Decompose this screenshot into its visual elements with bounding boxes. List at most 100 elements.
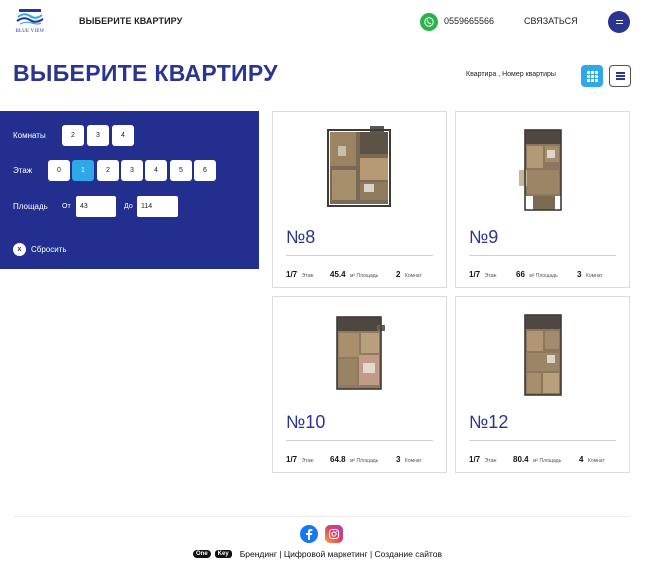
facebook-f-icon bbox=[306, 529, 313, 540]
onekey-badge-key[interactable]: Key bbox=[214, 550, 232, 558]
list-icon-line bbox=[615, 78, 625, 80]
apartment-stats: 1/7 Этаж 66 м² Площадь 3 Комнат bbox=[469, 264, 616, 279]
whatsapp-phone-icon bbox=[424, 17, 434, 27]
phone-number[interactable]: 0559665566 bbox=[444, 16, 494, 26]
area-unit: м² Площадь bbox=[533, 458, 562, 464]
grid-icon-cell bbox=[594, 74, 598, 78]
close-icon: x bbox=[13, 243, 26, 256]
sort-label[interactable]: Квартира , Номер квартиры bbox=[466, 71, 556, 78]
divider bbox=[469, 440, 616, 441]
floor-stat: 1/7 Этаж bbox=[286, 449, 314, 467]
rooms-value: 3 bbox=[577, 270, 582, 279]
apartment-number: №10 bbox=[286, 412, 326, 432]
rooms-unit: Комнат bbox=[404, 458, 422, 464]
area-stat: 66 м² Площадь bbox=[516, 264, 558, 282]
floor-unit: Этаж bbox=[301, 458, 314, 464]
rooms-value: 3 bbox=[396, 455, 401, 464]
floor-stat: 1/7 Этаж bbox=[469, 264, 497, 282]
floor-value: 1/7 bbox=[286, 270, 298, 279]
apartment-card[interactable]: №9 1/7 Этаж 66 м² Площадь 3 Комнат bbox=[455, 111, 630, 288]
grid-icon-cell bbox=[586, 74, 590, 78]
header: BLUE VIEW ВЫБЕРИТЕ КВАРТИРУ 0559665566 С… bbox=[0, 0, 650, 44]
apartment-card[interactable]: №10 1/7 Этаж 64.8 м² Площадь 3 Комнат bbox=[272, 296, 447, 473]
floor-label: Этаж bbox=[13, 166, 33, 175]
rooms-unit: Комнат bbox=[585, 273, 603, 279]
area-value: 80.4 bbox=[513, 455, 529, 464]
page-title: ВЫБЕРИТЕ КВАРТИРУ bbox=[13, 60, 278, 86]
floor-option-3[interactable]: 3 bbox=[121, 160, 143, 181]
area-to-input[interactable] bbox=[137, 196, 178, 217]
apartment-number: №9 bbox=[469, 227, 499, 247]
area-stat: 64.8 м² Площадь bbox=[330, 449, 378, 467]
rooms-label: Комнаты bbox=[13, 131, 46, 140]
area-to-label: До bbox=[124, 203, 133, 210]
area-stat: 45.4 м² Площадь bbox=[330, 264, 378, 282]
floor-plan-image bbox=[335, 316, 385, 390]
rooms-option-3[interactable]: 3 bbox=[87, 125, 109, 146]
contact-link[interactable]: СВЯЗАТЬСЯ bbox=[524, 16, 578, 26]
whatsapp-icon[interactable] bbox=[420, 13, 438, 31]
floor-unit: Этаж bbox=[484, 458, 497, 464]
rooms-stat: 4 Комнат bbox=[579, 449, 605, 467]
floor-value: 1/7 bbox=[286, 455, 298, 464]
floor-plan-image bbox=[518, 129, 562, 211]
facebook-icon[interactable] bbox=[300, 525, 318, 543]
floor-option-0[interactable]: 0 bbox=[48, 160, 70, 181]
area-value: 45.4 bbox=[330, 270, 346, 279]
floor-stat: 1/7 Этаж bbox=[469, 449, 497, 467]
onekey-badge-one[interactable]: One bbox=[193, 550, 211, 558]
rooms-option-2[interactable]: 2 bbox=[62, 125, 84, 146]
area-from-input[interactable] bbox=[76, 196, 116, 217]
floor-stat: 1/7 Этаж bbox=[286, 264, 314, 282]
instagram-icon[interactable] bbox=[325, 525, 343, 543]
apartment-stats: 1/7 Этаж 80.4 м² Площадь 4 Комнат bbox=[469, 449, 616, 464]
hamburger-icon-line bbox=[615, 23, 623, 24]
grid-icon-cell bbox=[590, 70, 594, 74]
credits-text: Брендинг | Цифровой маркетинг | Создание… bbox=[239, 549, 442, 559]
menu-button[interactable] bbox=[608, 11, 630, 33]
rooms-unit: Комнат bbox=[587, 458, 605, 464]
floor-unit: Этаж bbox=[301, 273, 314, 279]
list-icon-line bbox=[615, 75, 625, 77]
apartment-stats: 1/7 Этаж 64.8 м² Площадь 3 Комнат bbox=[286, 449, 433, 464]
logo[interactable]: BLUE VIEW bbox=[12, 8, 48, 38]
area-value: 66 bbox=[516, 270, 525, 279]
logo-wave-icon bbox=[16, 9, 44, 25]
footer-credits: One Key Брендинг | Цифровой маркетинг | … bbox=[193, 549, 442, 559]
grid-icon-cell bbox=[594, 78, 598, 82]
rooms-stat: 3 Комнат bbox=[577, 264, 603, 282]
grid-view-button[interactable] bbox=[581, 65, 603, 87]
apartment-card[interactable]: №12 1/7 Этаж 80.4 м² Площадь 4 Комнат bbox=[455, 296, 630, 473]
floor-value: 1/7 bbox=[469, 270, 481, 279]
floor-option-1[interactable]: 1 bbox=[72, 160, 94, 181]
logo-text: BLUE VIEW bbox=[15, 29, 45, 34]
floor-option-5[interactable]: 5 bbox=[170, 160, 192, 181]
hamburger-icon-line bbox=[615, 20, 623, 21]
apartment-card[interactable]: №8 1/7 Этаж 45.4 м² Площадь 2 Комнат bbox=[272, 111, 447, 288]
list-view-button[interactable] bbox=[609, 65, 631, 87]
area-unit: м² Площадь bbox=[350, 458, 379, 464]
floor-option-4[interactable]: 4 bbox=[145, 160, 167, 181]
rooms-stat: 3 Комнат bbox=[396, 449, 422, 467]
floor-unit: Этаж bbox=[484, 273, 497, 279]
grid-icon-cell bbox=[590, 78, 594, 82]
floor-plan-image bbox=[326, 126, 391, 207]
divider bbox=[469, 255, 616, 256]
apartment-stats: 1/7 Этаж 45.4 м² Площадь 2 Комнат bbox=[286, 264, 433, 279]
floor-value: 1/7 bbox=[469, 455, 481, 464]
apartment-number: №12 bbox=[469, 412, 509, 432]
rooms-stat: 2 Комнат bbox=[396, 264, 422, 282]
divider bbox=[286, 255, 433, 256]
rooms-option-4[interactable]: 4 bbox=[112, 125, 134, 146]
footer-divider bbox=[13, 516, 630, 517]
floor-option-6[interactable]: 6 bbox=[194, 160, 216, 181]
area-stat: 80.4 м² Площадь bbox=[513, 449, 561, 467]
area-unit: м² Площадь bbox=[350, 273, 379, 279]
nav-title-link[interactable]: ВЫБЕРИТЕ КВАРТИРУ bbox=[79, 16, 182, 26]
floor-option-2[interactable]: 2 bbox=[97, 160, 119, 181]
reset-button[interactable]: x Сбросить bbox=[13, 243, 67, 256]
apartment-number: №8 bbox=[286, 227, 316, 247]
area-label: Площадь bbox=[13, 202, 48, 211]
area-value: 64.8 bbox=[330, 455, 346, 464]
rooms-value: 4 bbox=[579, 455, 584, 464]
